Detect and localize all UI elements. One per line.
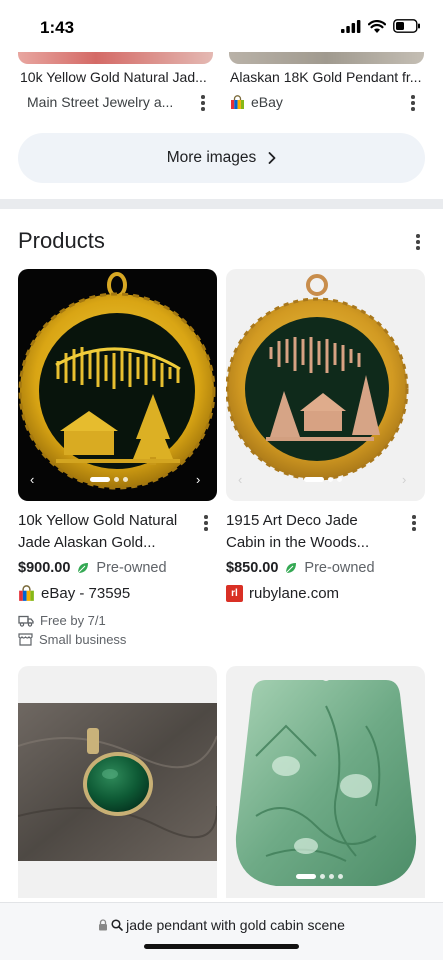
delivery-truck-icon xyxy=(18,615,34,627)
product-title[interactable]: 1915 Art Deco Jade Cabin in the Woods... xyxy=(226,510,401,554)
section-divider xyxy=(0,199,443,209)
product-badge-row: Small business xyxy=(18,632,126,647)
image-result[interactable]: Alaskan 18K Gold Pendant fr... eBay xyxy=(230,69,424,110)
gold-jade-pendant-image xyxy=(18,272,216,490)
product-seller-row: rl rubylane.com xyxy=(226,585,339,602)
more-options-icon[interactable] xyxy=(411,95,415,113)
product-seller: eBay - 73595 xyxy=(41,585,131,602)
url-text[interactable]: jade pendant with gold cabin scene xyxy=(126,917,345,933)
image-result-thumbnail[interactable] xyxy=(18,52,213,64)
section-more-options-icon[interactable] xyxy=(416,234,420,252)
chevron-right-icon xyxy=(268,152,276,164)
product-image[interactable]: ‹ › xyxy=(18,269,217,501)
leaf-icon xyxy=(286,563,297,574)
carousel-next-icon[interactable]: › xyxy=(196,472,200,487)
carousel-indicator xyxy=(90,477,128,482)
art-deco-jade-pendant-image xyxy=(226,274,409,481)
image-result-thumbnail[interactable] xyxy=(229,52,424,64)
product-price: $900.00 xyxy=(18,560,71,576)
more-options-icon[interactable] xyxy=(201,95,205,113)
product-more-options-icon[interactable] xyxy=(204,515,208,533)
product-condition: Pre-owned xyxy=(304,560,375,576)
image-result-title[interactable]: 10k Yellow Gold Natural Jad... xyxy=(20,69,210,85)
product-price: $850.00 xyxy=(226,560,279,576)
ebay-bag-icon xyxy=(19,585,34,601)
status-bar: 1:43 xyxy=(0,0,443,52)
leaf-icon xyxy=(78,563,89,574)
carousel-prev-icon[interactable]: ‹ xyxy=(238,472,242,487)
product-condition: Pre-owned xyxy=(96,560,167,576)
product-shipping: Free by 7/1 xyxy=(40,613,106,628)
home-indicator[interactable] xyxy=(144,944,299,949)
image-result-source-label: Main Street Jewelry a... xyxy=(27,94,174,110)
wifi-icon xyxy=(368,19,386,33)
product-image[interactable] xyxy=(18,666,217,898)
product-seller-row: eBay - 73595 xyxy=(18,585,130,602)
product-image[interactable]: ‹ › xyxy=(226,269,425,501)
storefront-icon xyxy=(18,633,33,646)
more-images-button[interactable]: More images xyxy=(18,133,425,183)
products-heading: Products xyxy=(18,228,105,253)
status-icons xyxy=(341,19,421,33)
image-result[interactable]: 10k Yellow Gold Natural Jad... Main Stre… xyxy=(20,69,210,110)
carved-jade-plaque-image xyxy=(235,671,417,886)
carousel-indicator xyxy=(304,477,342,482)
status-time: 1:43 xyxy=(40,18,75,37)
product-more-options-icon[interactable] xyxy=(412,515,416,533)
product-image[interactable] xyxy=(226,666,425,898)
product-price-row: $900.00 Pre-owned xyxy=(18,560,167,576)
product-badge: Small business xyxy=(39,632,127,647)
product-title[interactable]: 10k Yellow Gold Natural Jade Alaskan Gol… xyxy=(18,510,193,554)
rubylane-logo: rl xyxy=(226,585,243,602)
battery-icon xyxy=(393,19,420,33)
ebay-bag-icon xyxy=(231,94,244,109)
image-result-source: Main Street Jewelry a... xyxy=(27,94,173,110)
carousel-indicator xyxy=(296,874,343,879)
url-row[interactable]: jade pendant with gold cabin scene xyxy=(0,917,443,933)
product-shipping-row: Free by 7/1 xyxy=(18,613,106,628)
round-jade-pendant-image xyxy=(18,703,217,861)
image-result-title[interactable]: Alaskan 18K Gold Pendant fr... xyxy=(230,69,424,85)
browser-address-bar[interactable]: jade pendant with gold cabin scene xyxy=(0,902,443,960)
image-result-source-label: eBay xyxy=(251,94,283,110)
carousel-prev-icon[interactable]: ‹ xyxy=(30,472,34,487)
product-seller: rubylane.com xyxy=(249,585,340,602)
more-images-label: More images xyxy=(166,149,257,166)
lock-icon xyxy=(99,919,108,931)
image-result-source: eBay xyxy=(230,94,283,110)
cellular-signal-icon xyxy=(341,19,361,33)
search-icon xyxy=(111,919,123,931)
product-price-row: $850.00 Pre-owned xyxy=(226,560,375,576)
carousel-next-icon[interactable]: › xyxy=(402,472,406,487)
